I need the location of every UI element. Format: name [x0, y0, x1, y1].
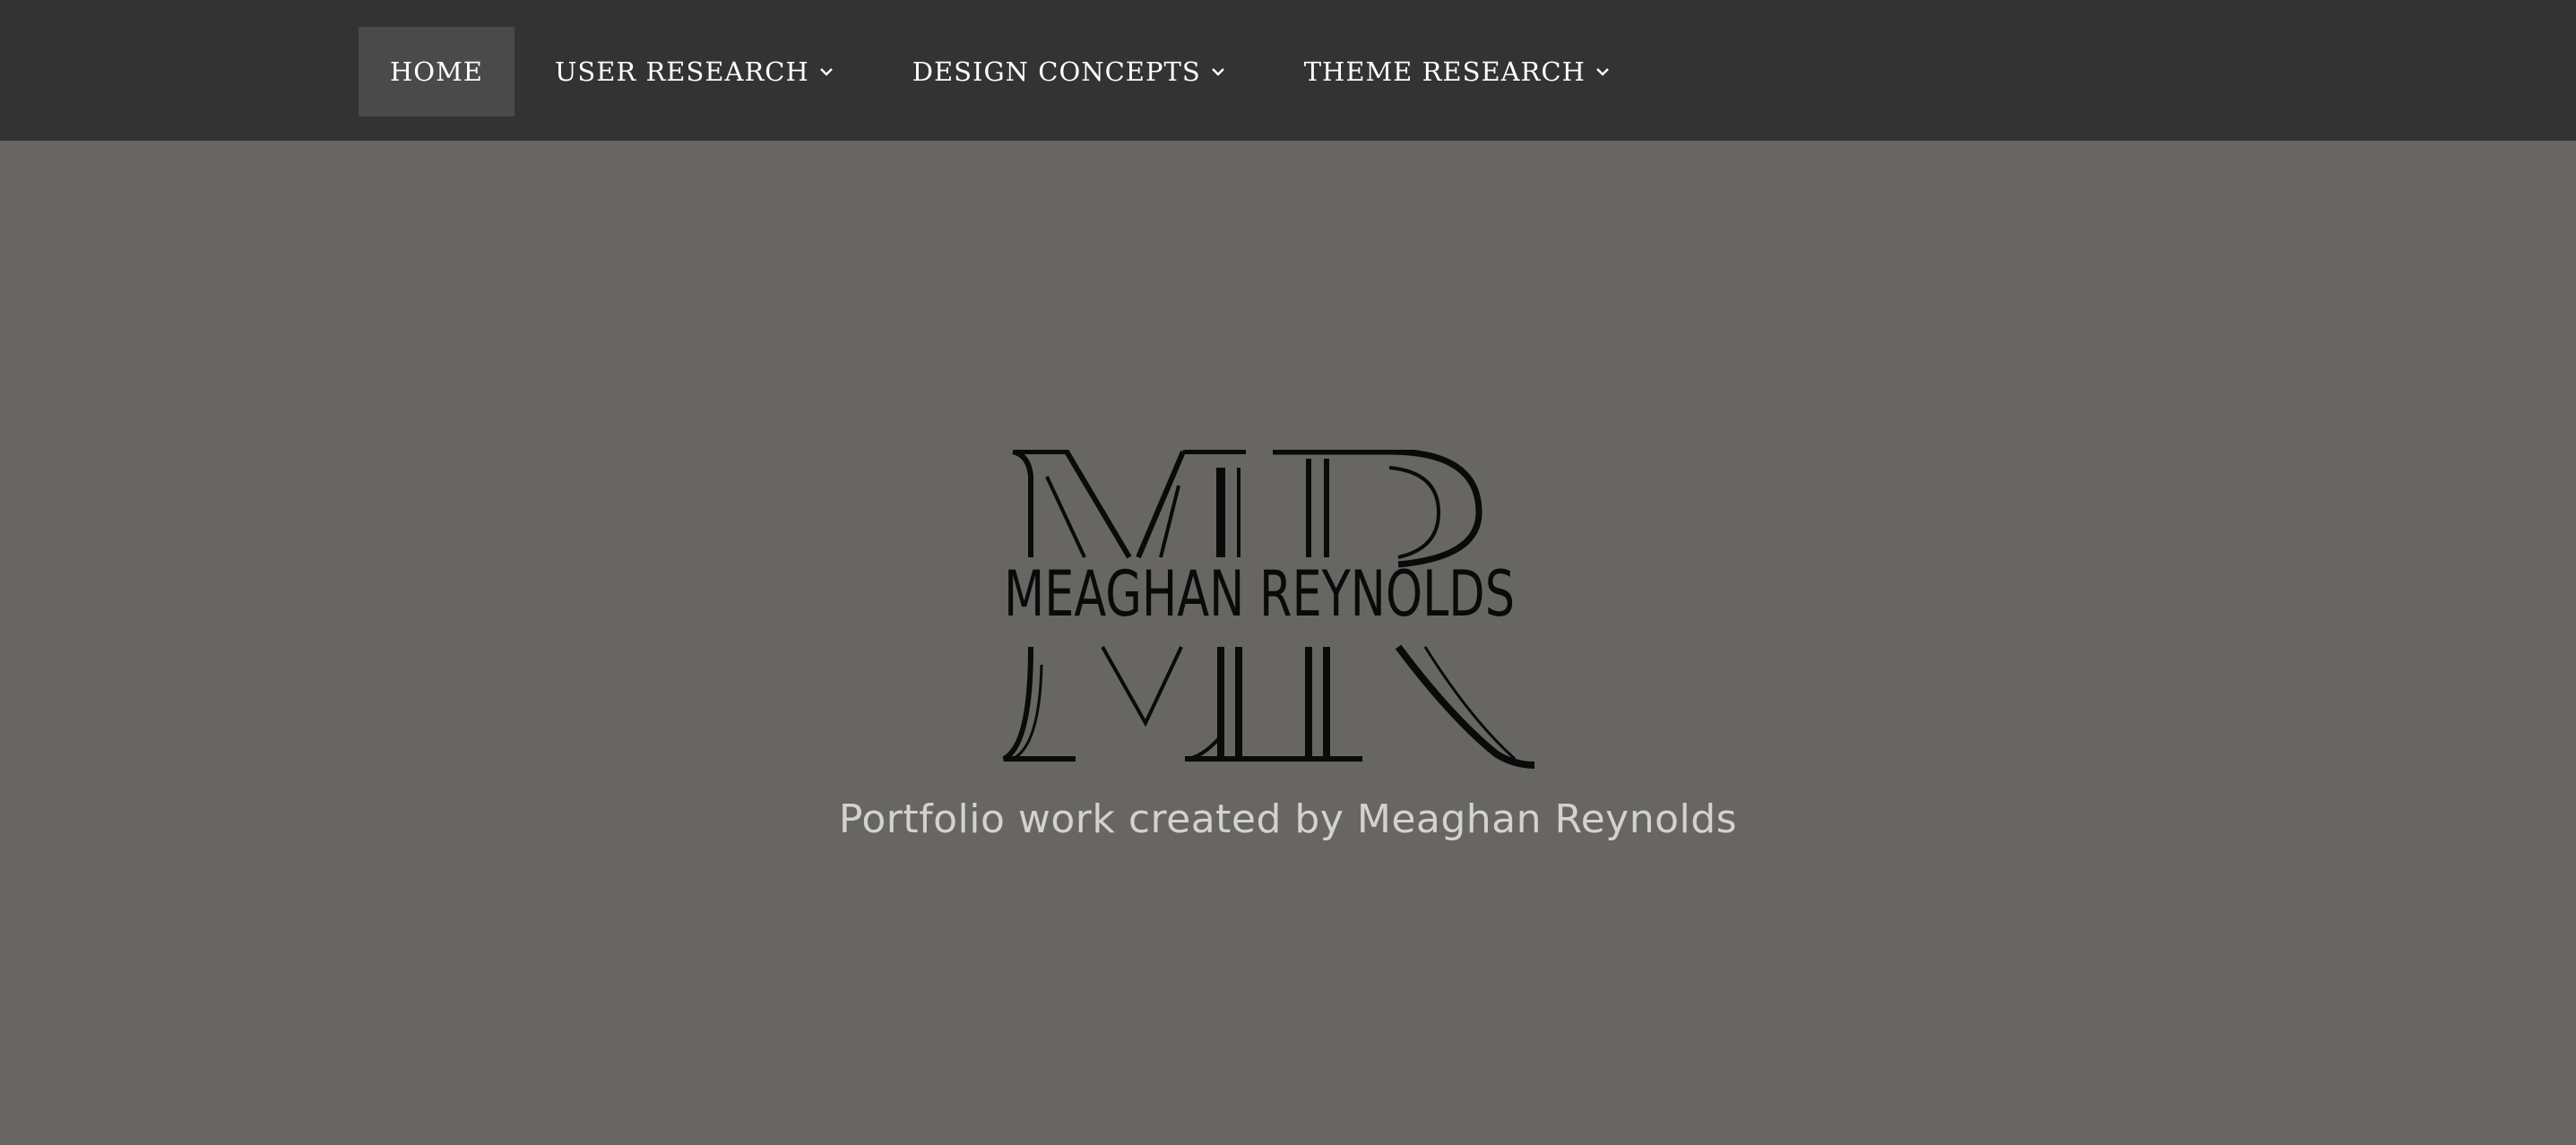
nav-item-design-concepts[interactable]: DESIGN CONCEPTS	[881, 27, 1259, 116]
nav-menu: HOME USER RESEARCH DESIGN CONCEPTS THEME…	[359, 27, 1644, 116]
nav-item-home[interactable]: HOME	[359, 27, 514, 116]
nav-item-label: HOME	[390, 56, 483, 87]
chevron-down-icon	[1593, 62, 1612, 82]
nav-item-theme-research[interactable]: THEME RESEARCH	[1273, 27, 1644, 116]
nav-item-user-research[interactable]: USER RESEARCH	[523, 27, 868, 116]
chevron-down-icon	[1208, 62, 1228, 82]
mr-logo: MEAGHAN REYNOLDS	[1002, 450, 1535, 769]
nav-item-label: DESIGN CONCEPTS	[912, 56, 1201, 87]
logo-name-text: MEAGHAN REYNOLDS	[1004, 557, 1515, 631]
top-navbar: HOME USER RESEARCH DESIGN CONCEPTS THEME…	[0, 0, 2576, 141]
chevron-down-icon	[817, 62, 836, 82]
nav-item-label: THEME RESEARCH	[1303, 56, 1586, 87]
nav-item-label: USER RESEARCH	[554, 56, 809, 87]
hero-tagline: Portfolio work created by Meaghan Reynol…	[838, 796, 1738, 842]
hero-section: MEAGHAN REYNOLDS Portfolio work created …	[0, 141, 2576, 1145]
